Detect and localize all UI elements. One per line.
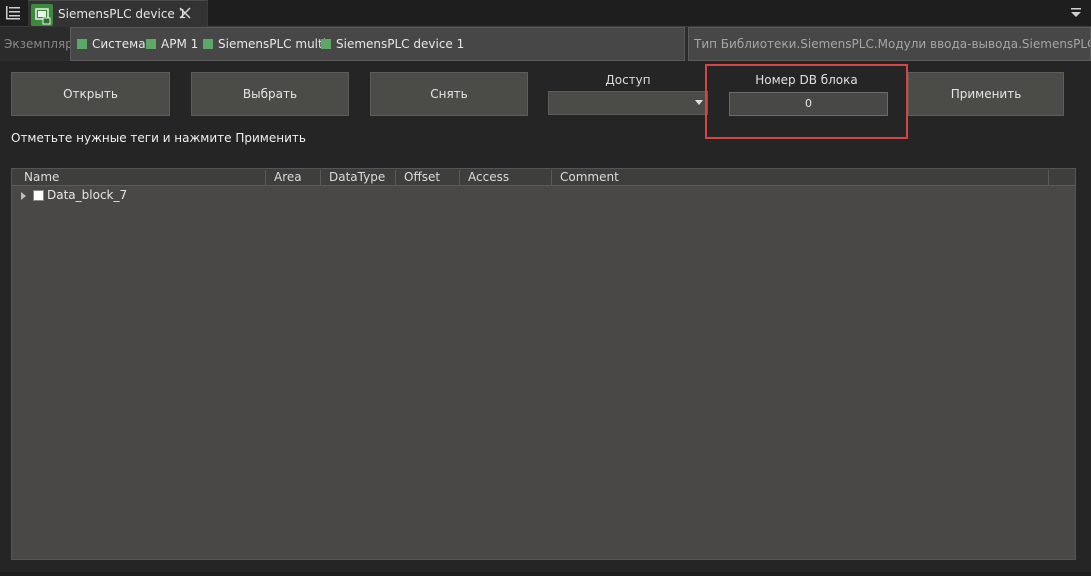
device-icon: [31, 4, 53, 26]
breadcrumb-item-plc-device[interactable]: SiemensPLC device 1: [321, 37, 464, 51]
status-square-icon: [203, 39, 213, 49]
apply-button[interactable]: Применить: [908, 72, 1064, 116]
row-name: Data_block_7: [47, 188, 128, 202]
instance-label: Экземпляр: [4, 37, 73, 51]
clear-selection-button[interactable]: Снять: [370, 72, 528, 116]
breadcrumb-bar: Экземпляр Система АРМ 1 SiemensPLC multi…: [0, 27, 1091, 61]
collapse-icon[interactable]: [1066, 3, 1086, 23]
table-row[interactable]: Data_block_7: [12, 187, 1075, 204]
access-dropdown[interactable]: [548, 91, 708, 115]
library-path: Тип Библиотеки.SiemensPLC.Модули ввода-в…: [688, 27, 1091, 61]
table-header: Name Area DataType Offset Access Comment: [12, 169, 1075, 186]
breadcrumb-item-system[interactable]: Система: [77, 37, 146, 51]
breadcrumb: Система АРМ 1 SiemensPLC multi SiemensPL…: [70, 27, 685, 61]
close-icon[interactable]: [178, 6, 192, 20]
db-number-label: Номер DB блока: [755, 73, 858, 87]
column-header-area[interactable]: Area: [265, 170, 320, 186]
db-number-input[interactable]: 0: [729, 92, 888, 116]
bottom-border: [0, 572, 1091, 576]
status-square-icon: [77, 39, 87, 49]
status-square-icon: [146, 39, 156, 49]
column-header-access[interactable]: Access: [459, 170, 551, 186]
breadcrumb-item-arm[interactable]: АРМ 1: [146, 37, 198, 51]
breadcrumb-item-plc-multi[interactable]: SiemensPLC multi: [203, 37, 326, 51]
open-button[interactable]: Открыть: [11, 72, 170, 116]
hint-text: Отметьте нужные теги и нажмите Применить: [11, 131, 306, 145]
tab-bar: SiemensPLC device 1: [0, 0, 1091, 27]
expand-arrow-icon[interactable]: [21, 192, 26, 200]
status-square-icon: [321, 39, 331, 49]
row-checkbox[interactable]: [33, 190, 44, 201]
column-header-offset[interactable]: Offset: [395, 170, 459, 186]
column-header-comment[interactable]: Comment: [551, 170, 1049, 186]
list-menu-icon[interactable]: [3, 3, 25, 23]
tags-tree-table[interactable]: Name Area DataType Offset Access Comment…: [11, 168, 1076, 560]
db-number-highlight: Номер DB блока 0: [705, 64, 908, 139]
column-header-datatype[interactable]: DataType: [320, 170, 395, 186]
select-all-button[interactable]: Выбрать: [191, 72, 349, 116]
column-header-name[interactable]: Name: [16, 170, 264, 186]
access-label: Доступ: [605, 73, 651, 87]
tab-siemensplc-device-1[interactable]: SiemensPLC device 1: [28, 0, 208, 27]
dropdown-arrow-icon: [695, 100, 703, 105]
tab-title: SiemensPLC device 1: [58, 7, 187, 21]
